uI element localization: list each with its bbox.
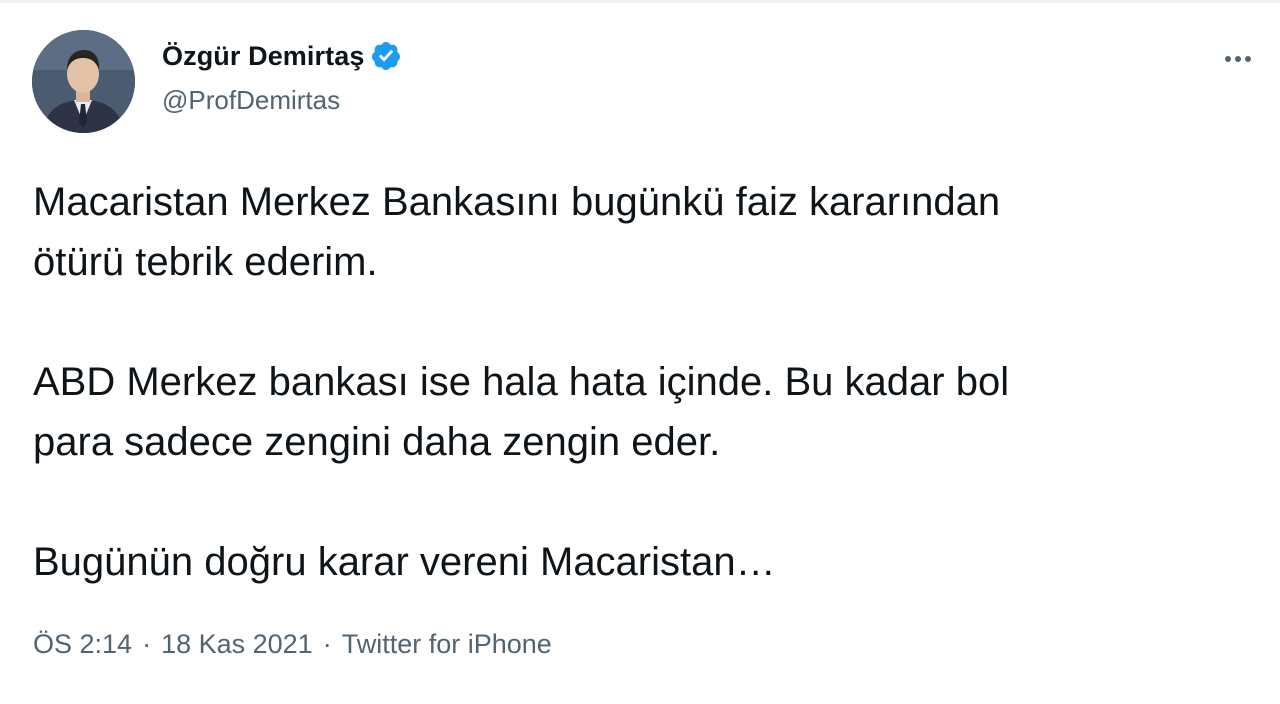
more-horizontal-icon[interactable] — [1218, 44, 1258, 72]
avatar[interactable] — [32, 30, 135, 133]
more-dot — [1225, 56, 1231, 62]
tweet-text: Macaristan Merkez Bankasını bugünkü faiz… — [33, 172, 1248, 592]
author-name-row: Özgür Demirtaş — [162, 40, 402, 72]
tweet-metadata: ÖS 2:14 · 18 Kas 2021 · Twitter for iPho… — [33, 629, 552, 660]
tweet-source[interactable]: Twitter for iPhone — [342, 629, 552, 660]
author-display-name[interactable]: Özgür Demirtaş — [162, 41, 364, 72]
more-dot — [1245, 56, 1251, 62]
verified-badge-icon — [372, 42, 401, 70]
author-handle[interactable]: @ProfDemirtas — [162, 85, 340, 116]
top-divider — [0, 0, 1280, 3]
tweet-time[interactable]: ÖS 2:14 — [33, 629, 132, 660]
tweet-paragraph: ABD Merkez bankası ise hala hata içinde.… — [33, 360, 1010, 464]
tweet-paragraph: Macaristan Merkez Bankasını bugünkü faiz… — [33, 180, 1001, 284]
meta-separator: · — [142, 629, 152, 659]
more-dot — [1235, 56, 1241, 62]
tweet-paragraph: Bugünün doğru karar vereni Macaristan… — [33, 540, 776, 584]
avatar-photo — [32, 30, 135, 133]
tweet-date[interactable]: 18 Kas 2021 — [161, 629, 313, 660]
meta-separator: · — [322, 629, 332, 659]
